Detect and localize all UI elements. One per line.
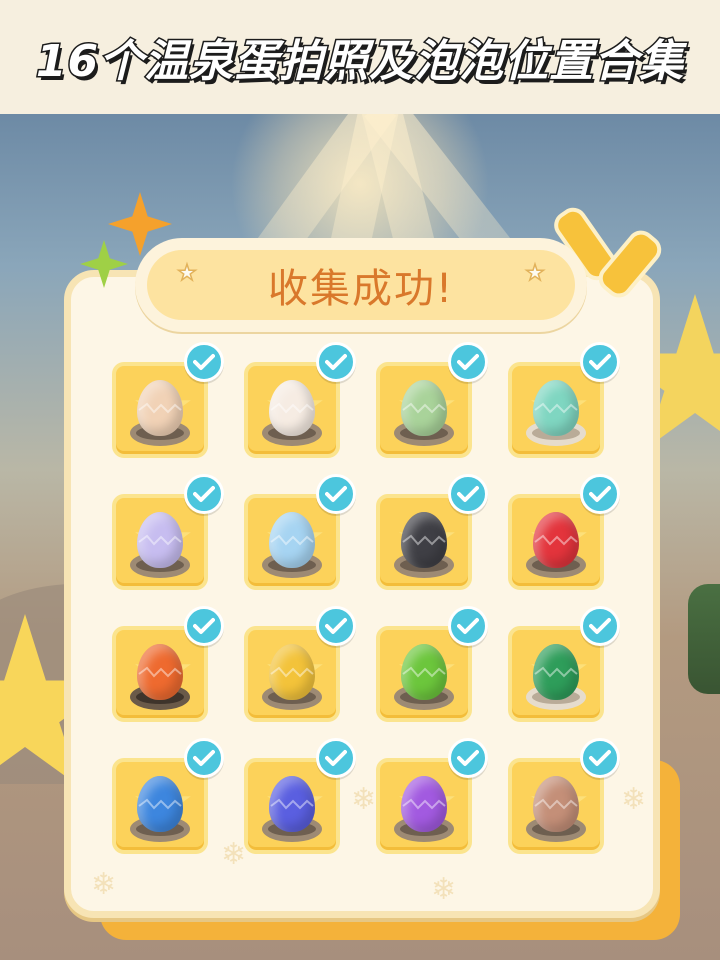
background-plant xyxy=(688,584,720,694)
top-banner: 16个温泉蛋拍照及泡泡位置合集 xyxy=(0,0,720,114)
egg-icon xyxy=(401,644,447,700)
checkmark-icon xyxy=(184,474,224,514)
egg-icon xyxy=(401,512,447,568)
checkmark-icon xyxy=(580,342,620,382)
egg-icon xyxy=(401,776,447,832)
checkmark-icon xyxy=(580,474,620,514)
checkmark-icon xyxy=(448,738,488,778)
checkmark-icon xyxy=(316,474,356,514)
header-pill: 收集成功! ★ ★ xyxy=(135,238,587,332)
header-pill-inner: 收集成功! xyxy=(147,250,575,320)
checkmark-icon xyxy=(580,606,620,646)
snowflake-icon: ❄ xyxy=(621,782,647,817)
game-screen: 16个温泉蛋拍照及泡泡位置合集 ❄ ❄ ❄ ❄ ❄ 收集成功! ★ ★ xyxy=(0,0,720,960)
snowflake-icon: ❄ xyxy=(351,782,377,817)
egg-icon xyxy=(137,380,183,436)
checkmark-icon xyxy=(184,342,224,382)
egg-icon xyxy=(533,776,579,832)
checkmark-icon xyxy=(448,474,488,514)
egg-icon xyxy=(533,380,579,436)
checkmark-icon xyxy=(448,342,488,382)
checkmark-icon xyxy=(184,606,224,646)
checkmark-icon xyxy=(184,738,224,778)
checkmark-icon xyxy=(448,606,488,646)
egg-icon xyxy=(137,512,183,568)
panel-title: 收集成功! xyxy=(267,266,455,312)
star-icon: ★ xyxy=(176,261,197,286)
egg-icon xyxy=(533,644,579,700)
egg-icon xyxy=(401,380,447,436)
checkmark-icon xyxy=(316,342,356,382)
checkmark-icon xyxy=(316,606,356,646)
star-icon: ★ xyxy=(524,261,545,286)
snowflake-icon: ❄ xyxy=(431,872,457,907)
banner-title: 16个温泉蛋拍照及泡泡位置合集 xyxy=(34,35,685,89)
checkmark-icon xyxy=(316,738,356,778)
egg-icon xyxy=(137,776,183,832)
egg-icon xyxy=(269,644,315,700)
egg-icon xyxy=(269,380,315,436)
egg-icon xyxy=(269,776,315,832)
egg-icon xyxy=(269,512,315,568)
snowflake-icon: ❄ xyxy=(91,867,117,902)
egg-icon xyxy=(533,512,579,568)
snowflake-icon: ❄ xyxy=(221,837,247,872)
egg-icon xyxy=(137,644,183,700)
checkmark-icon xyxy=(580,738,620,778)
